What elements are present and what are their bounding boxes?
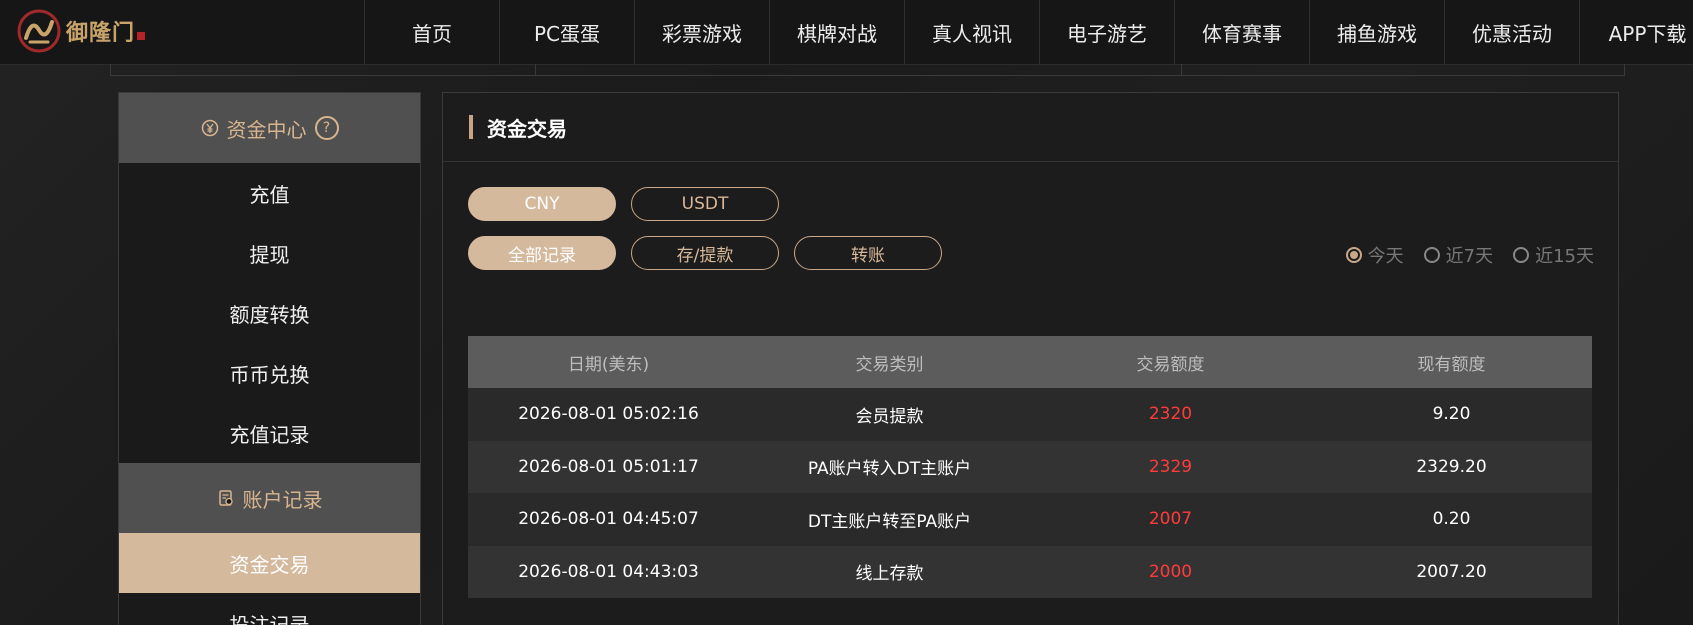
- radio-dot: [1513, 247, 1530, 263]
- logo-text: 御隆门: [66, 15, 146, 47]
- cell-type: 线上存款: [855, 564, 924, 585]
- radio-label: 今天: [1367, 246, 1404, 267]
- table-row: 2026-08-01 05:01:17 PA账户转入DT主账户 2329 232…: [468, 440, 1592, 493]
- seal-icon: [137, 32, 146, 40]
- column-header-amount: 交易额度: [1136, 354, 1205, 375]
- dragon-logo-icon: [16, 8, 62, 54]
- sidebar: 资金中心 ? 充值 提现 额度转换 币币兑换 充值记录 账户记录 资金交易 投注…: [118, 92, 421, 625]
- cell-type: PA账户转入DT主账户: [807, 459, 972, 480]
- page: 御隆门 首页 PC蛋蛋 彩票游戏 棋牌对战 真人视讯 电子游艺 体育赛事 捕鱼游…: [0, 0, 1693, 625]
- tab-transfer[interactable]: 转账: [794, 236, 942, 270]
- sidebar-section-title: 资金中心: [226, 117, 307, 142]
- date-range-radios: 今天 近7天 近15天: [1345, 242, 1594, 268]
- sidebar-item-deposit-records[interactable]: 充值记录: [119, 403, 420, 463]
- table-row: 2026-08-01 05:02:16 会员提款 2320 9.20: [468, 388, 1592, 441]
- sidebar-item-bet-records[interactable]: 投注记录: [119, 593, 420, 625]
- logo[interactable]: 御隆门: [16, 6, 146, 56]
- sidebar-section-funds: 资金中心 ?: [119, 93, 420, 163]
- radio-today[interactable]: 今天: [1345, 242, 1404, 268]
- nav-item-promotions[interactable]: 优惠活动: [1444, 0, 1579, 64]
- nav-item-sports[interactable]: 体育赛事: [1174, 0, 1309, 64]
- top-navbar: 御隆门 首页 PC蛋蛋 彩票游戏 棋牌对战 真人视讯 电子游艺 体育赛事 捕鱼游…: [0, 0, 1693, 65]
- radio-dot: [1423, 247, 1440, 263]
- tab-all-records[interactable]: 全部记录: [468, 236, 616, 270]
- column-header-balance: 现有额度: [1417, 354, 1486, 375]
- main-nav: 首页 PC蛋蛋 彩票游戏 棋牌对战 真人视讯 电子游艺 体育赛事 捕鱼游戏 优惠…: [364, 0, 1693, 64]
- cell-amount: 2329: [1148, 456, 1193, 477]
- tab-deposit-withdraw[interactable]: 存/提款: [631, 236, 779, 270]
- cell-balance: 2329.20: [1416, 456, 1487, 477]
- transactions-table: 日期(美东) 交易类别 交易额度 现有额度 2026-08-01 05:02:1…: [468, 336, 1592, 598]
- radio-last-15-days[interactable]: 近15天: [1513, 242, 1594, 268]
- cell-amount: 2007: [1148, 509, 1193, 530]
- column-header-date: 日期(美东): [567, 354, 650, 375]
- radio-label: 近15天: [1535, 246, 1594, 267]
- cell-balance: 0.20: [1432, 509, 1471, 530]
- cell-date: 2026-08-01 04:43:03: [518, 561, 699, 582]
- cell-amount: 2320: [1148, 404, 1193, 425]
- cell-date: 2026-08-01 04:45:07: [518, 509, 699, 530]
- cell-amount: 2000: [1148, 561, 1193, 582]
- cell-type: 会员提款: [855, 406, 924, 427]
- sidebar-section-account-records: 账户记录: [119, 463, 420, 533]
- sidebar-item-deposit[interactable]: 充值: [119, 163, 420, 223]
- records-icon: [217, 489, 235, 507]
- nav-item-slots[interactable]: 电子游艺: [1039, 0, 1174, 64]
- radio-dot: [1345, 247, 1362, 263]
- sidebar-item-fund-transactions[interactable]: 资金交易: [119, 533, 420, 593]
- divider: [535, 64, 536, 75]
- divider: [1181, 64, 1182, 75]
- table-row: 2026-08-01 04:45:07 DT主账户转至PA账户 2007 0.2…: [468, 493, 1592, 546]
- nav-item-live-casino[interactable]: 真人视讯: [904, 0, 1039, 64]
- panel-header: 资金交易: [443, 93, 1618, 162]
- column-header-type: 交易类别: [855, 354, 924, 375]
- sidebar-item-withdraw[interactable]: 提现: [119, 223, 420, 283]
- nav-item-chess-cards[interactable]: 棋牌对战: [769, 0, 904, 64]
- nav-item-home[interactable]: 首页: [364, 0, 499, 64]
- cell-balance: 2007.20: [1416, 561, 1487, 582]
- cell-type: DT主账户转至PA账户: [807, 511, 972, 532]
- sidebar-item-coin-exchange[interactable]: 币币兑换: [119, 343, 420, 403]
- cell-date: 2026-08-01 05:02:16: [518, 404, 699, 425]
- nav-item-lottery[interactable]: 彩票游戏: [634, 0, 769, 64]
- radio-label: 近7天: [1445, 246, 1494, 267]
- sidebar-section-title: 账户记录: [242, 487, 323, 512]
- title-accent-bar: [469, 115, 473, 139]
- cell-balance: 9.20: [1432, 404, 1471, 425]
- table-row: 2026-08-01 04:43:03 线上存款 2000 2007.20: [468, 545, 1592, 598]
- nav-item-pc-egg[interactable]: PC蛋蛋: [499, 0, 634, 64]
- table-header: 日期(美东) 交易类别 交易额度 现有额度: [468, 336, 1592, 388]
- page-title: 资金交易: [487, 116, 567, 141]
- nav-item-fishing[interactable]: 捕鱼游戏: [1309, 0, 1444, 64]
- subnav-strip: [110, 64, 1625, 76]
- tab-usdt[interactable]: USDT: [631, 187, 779, 221]
- sidebar-item-transfer[interactable]: 额度转换: [119, 283, 420, 343]
- cell-date: 2026-08-01 05:01:17: [518, 456, 699, 477]
- help-icon[interactable]: ?: [314, 116, 339, 140]
- nav-item-app-download[interactable]: APP下载: [1579, 0, 1693, 64]
- yen-coin-icon: [201, 119, 219, 137]
- tab-cny[interactable]: CNY: [468, 187, 616, 221]
- radio-last-7-days[interactable]: 近7天: [1423, 242, 1494, 268]
- main-panel: 资金交易 CNY USDT 全部记录 存/提款 转账 今天 近7天 近15天 日…: [442, 92, 1619, 625]
